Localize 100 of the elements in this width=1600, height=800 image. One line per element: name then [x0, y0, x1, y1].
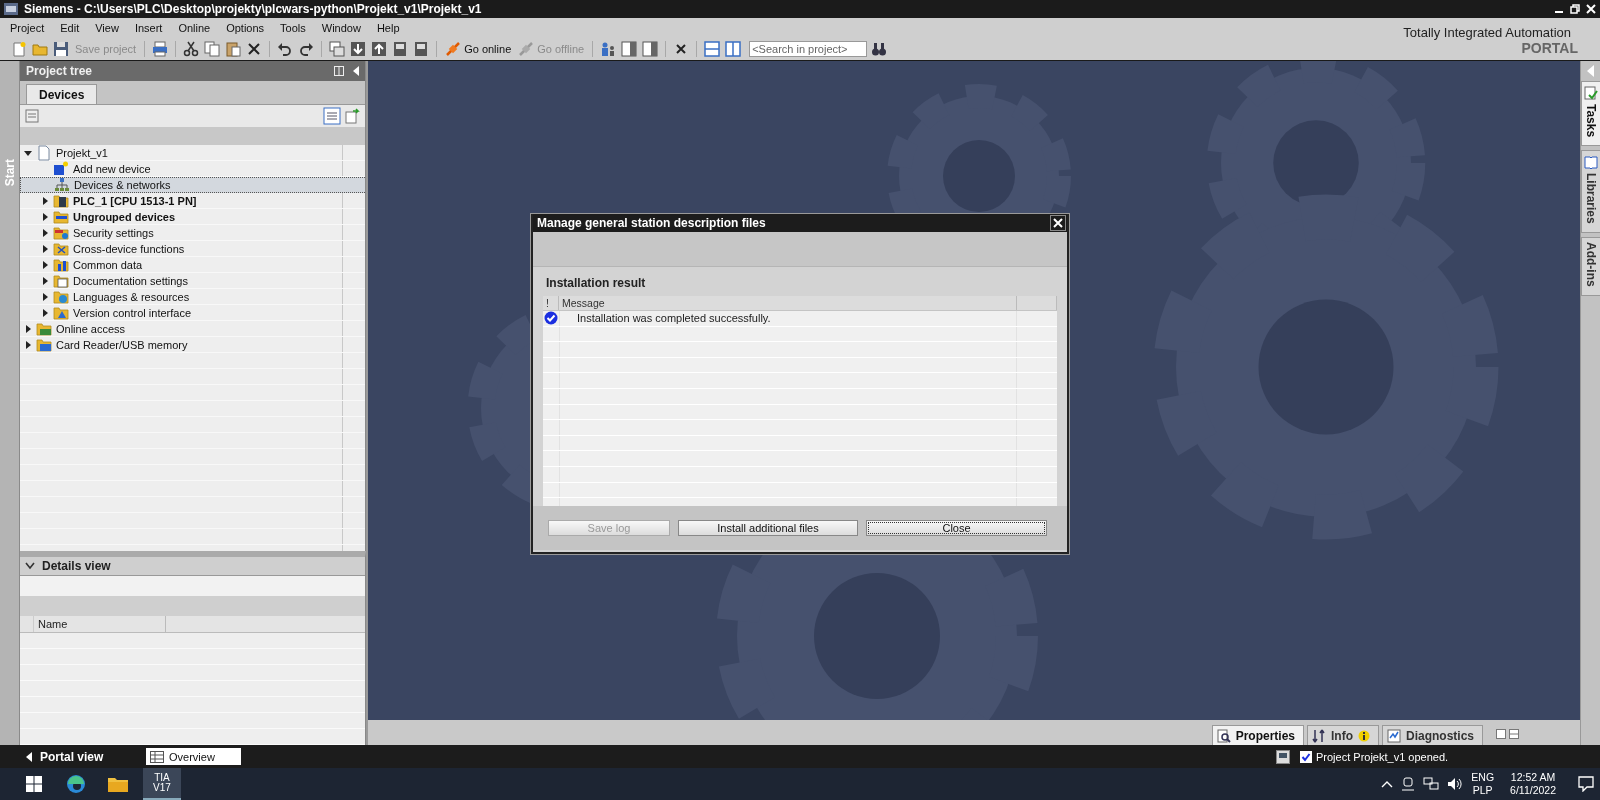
horizontal-split-icon[interactable] — [704, 41, 721, 57]
column-header[interactable]: ! — [543, 296, 559, 310]
undo-icon[interactable] — [277, 41, 294, 57]
printer-icon[interactable] — [152, 41, 169, 57]
info-icon — [1312, 728, 1326, 743]
portal-view-button[interactable]: Portal view — [26, 749, 136, 764]
brand-title: Totally Integrated Automation — [1403, 25, 1571, 40]
device-icon[interactable] — [413, 41, 430, 57]
language-indicator[interactable]: ENG PLP — [1471, 771, 1495, 797]
folder-icon[interactable] — [108, 776, 128, 792]
chevron-down-icon[interactable] — [25, 562, 35, 570]
caret-right-icon[interactable] — [41, 261, 49, 269]
folder-icon — [36, 337, 52, 353]
caret-right-icon[interactable] — [41, 229, 49, 237]
speaker-icon[interactable] — [1447, 777, 1464, 791]
menu-item[interactable]: Insert — [126, 22, 171, 34]
panel-title: Project tree — [26, 64, 94, 78]
column-header[interactable]: Message — [559, 296, 1017, 310]
status-message: Project Projekt_v1 opened. — [1300, 750, 1600, 763]
binoculars-icon[interactable] — [871, 41, 888, 57]
inspector-tab[interactable]: Info — [1307, 725, 1379, 745]
tree-item[interactable]: Projekt_v1 — [20, 145, 365, 161]
upload-icon[interactable] — [371, 41, 388, 57]
chevron-up-icon[interactable] — [1381, 780, 1394, 788]
menu-item[interactable]: Online — [170, 22, 219, 34]
folder-icon — [53, 209, 69, 225]
tree-item[interactable]: Documentation settings — [20, 273, 365, 289]
clock[interactable]: 12:52 AM 6/11/2022 — [1510, 771, 1556, 797]
tree-item[interactable]: Security settings — [20, 225, 365, 241]
success-check-icon — [544, 311, 558, 326]
dialog-button[interactable]: Close — [866, 520, 1047, 536]
device-icon[interactable] — [392, 41, 409, 57]
tree-item[interactable]: Languages & resources — [20, 289, 365, 305]
side-tab[interactable]: Libraries — [1581, 150, 1600, 233]
windows-logo-icon[interactable] — [26, 776, 42, 792]
caret-right-icon[interactable] — [41, 245, 49, 253]
folder-icon — [36, 321, 52, 337]
close-icon[interactable] — [1586, 4, 1596, 14]
menu-item[interactable]: View — [87, 22, 127, 34]
folder-icon — [53, 273, 69, 289]
add-device-icon — [53, 161, 69, 177]
people-icon[interactable] — [600, 41, 617, 57]
caret-right-icon[interactable] — [24, 325, 32, 333]
toolbar-button[interactable]: Go online — [443, 41, 514, 57]
computer-icon[interactable] — [1276, 749, 1290, 764]
tree-item[interactable]: Ungrouped devices — [20, 209, 365, 225]
delete-icon[interactable] — [246, 41, 263, 57]
menu-item[interactable]: Window — [313, 22, 369, 34]
notification-icon[interactable] — [1578, 776, 1594, 792]
side-tab[interactable]: Tasks — [1581, 81, 1600, 147]
new-file-icon[interactable] — [11, 41, 27, 57]
inspector-tab[interactable]: Properties — [1211, 725, 1304, 745]
menu-item[interactable]: Options — [218, 22, 273, 34]
triangle-left-icon — [26, 751, 32, 762]
browser-icon[interactable] — [66, 774, 86, 794]
caret-down-icon[interactable] — [24, 149, 32, 157]
panel-tab[interactable]: Devices — [26, 84, 98, 104]
redo-icon[interactable] — [298, 41, 315, 57]
menu-item[interactable]: Project — [2, 22, 53, 34]
cut-icon[interactable] — [183, 41, 200, 57]
menu-item[interactable]: Help — [368, 22, 408, 34]
caret-right-icon[interactable] — [24, 341, 32, 349]
split-view-icon[interactable] — [334, 66, 344, 76]
restore-icon[interactable] — [1570, 4, 1580, 14]
paste-icon[interactable] — [225, 41, 242, 57]
collapse-left-icon[interactable] — [352, 66, 359, 76]
caret-right-icon[interactable] — [41, 213, 49, 221]
plug-icon — [445, 41, 462, 57]
app-icon — [4, 3, 18, 15]
magnifier-icon — [1216, 728, 1231, 743]
tree-item[interactable]: Online access — [20, 321, 365, 337]
caret-right-icon[interactable] — [41, 197, 49, 205]
panel-icon[interactable] — [642, 41, 659, 57]
download-icon[interactable] — [350, 41, 367, 57]
tree-item[interactable]: Version control interface — [20, 305, 365, 321]
caret-right-icon[interactable] — [41, 277, 49, 285]
taskbar-app[interactable]: TIA V17 — [143, 768, 181, 800]
layout-icon[interactable] — [1496, 729, 1520, 739]
editor-tab[interactable]: Overview — [146, 748, 241, 765]
tree-item[interactable]: Cross-device functions — [20, 241, 365, 257]
network-icon[interactable] — [1423, 777, 1440, 791]
dialog-button[interactable]: Install additional files — [678, 520, 858, 536]
search-field[interactable]: <Search in project> — [749, 41, 868, 57]
export-icon[interactable] — [345, 108, 361, 124]
save-icon[interactable] — [53, 41, 69, 57]
caret-right-icon[interactable] — [41, 293, 49, 301]
info-badge-icon — [1358, 729, 1370, 742]
tree-item[interactable]: PLC_1 [CPU 1513-1 PN] — [20, 193, 365, 209]
windows-icon[interactable] — [329, 41, 346, 57]
menu-item[interactable]: Edit — [52, 22, 88, 34]
tree-item[interactable]: Common data — [20, 257, 365, 273]
vertical-split-icon[interactable] — [725, 41, 742, 57]
inspector-tab[interactable]: Diagnostics — [1382, 725, 1483, 745]
tree-item[interactable]: Card Reader/USB memory — [20, 337, 365, 353]
menu-item[interactable]: Tools — [272, 22, 314, 34]
side-tab[interactable]: Add-ins — [1581, 236, 1600, 296]
tree-item[interactable]: Devices & networks — [20, 177, 365, 193]
panel-icon[interactable] — [621, 41, 638, 57]
caret-right-icon[interactable] — [41, 309, 49, 317]
close-button[interactable] — [1050, 215, 1066, 231]
